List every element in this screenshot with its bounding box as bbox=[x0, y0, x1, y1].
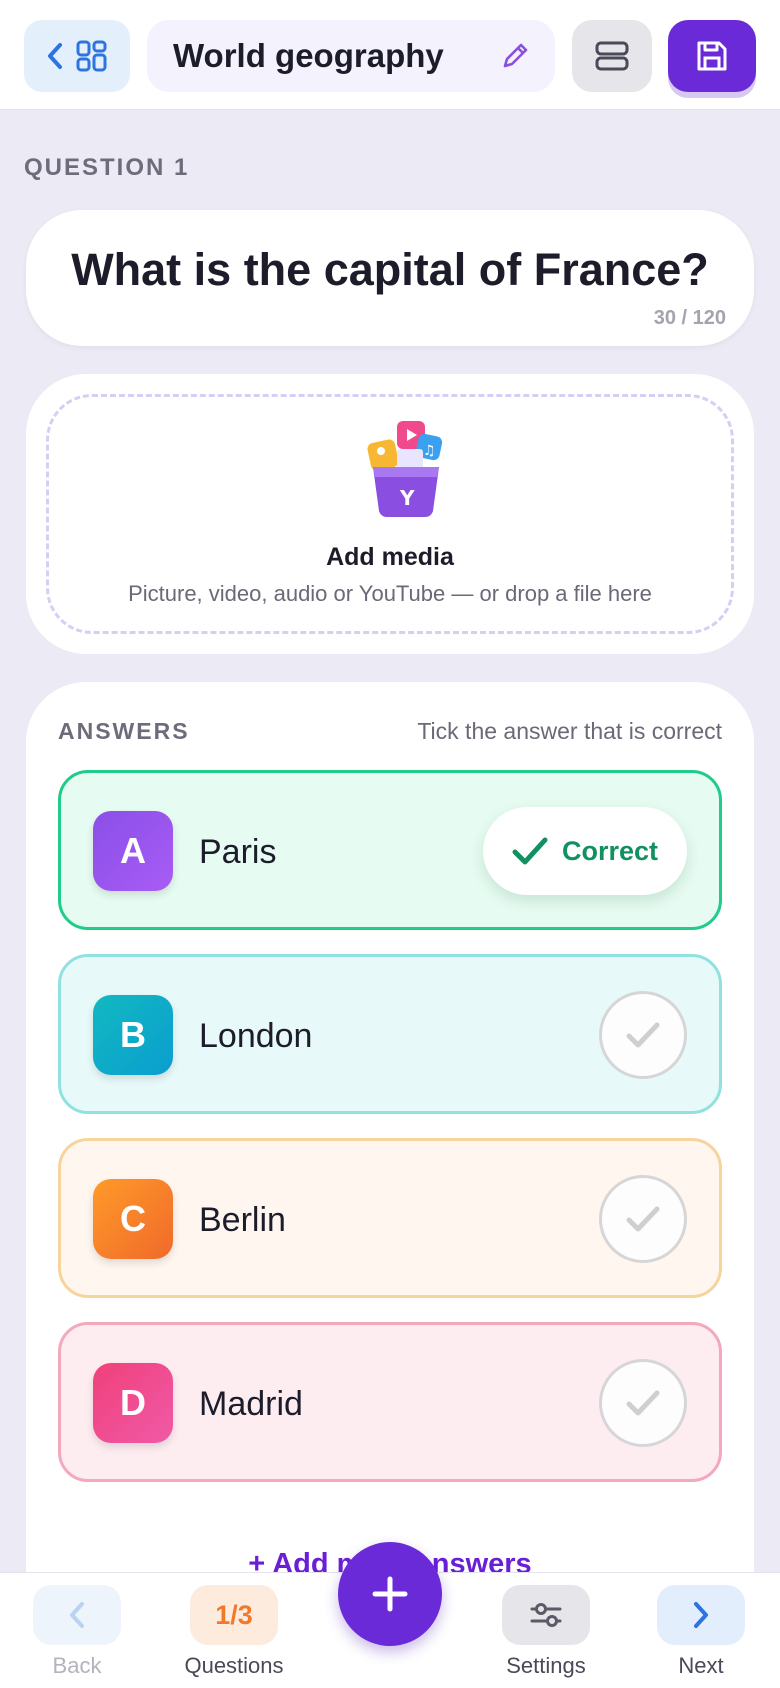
answer-letter-badge: A bbox=[93, 811, 173, 891]
svg-text:♫: ♫ bbox=[423, 443, 436, 459]
check-icon bbox=[626, 1206, 660, 1232]
add-media-subtitle: Picture, video, audio or YouTube — or dr… bbox=[128, 581, 652, 606]
questions-counter[interactable]: 1/3 bbox=[190, 1585, 278, 1645]
mark-correct-toggle[interactable] bbox=[599, 1175, 687, 1263]
answers-heading: ANSWERS bbox=[58, 718, 190, 744]
media-folder-icon: ♫ Y bbox=[367, 421, 443, 517]
nav-questions[interactable]: 1/3 Questions bbox=[179, 1585, 289, 1679]
back-button[interactable] bbox=[33, 1585, 121, 1645]
back-to-overview-button[interactable] bbox=[24, 20, 130, 92]
answer-letter-badge: B bbox=[93, 995, 173, 1075]
check-icon bbox=[626, 1390, 660, 1416]
answer-option-a[interactable]: A Paris Correct bbox=[58, 770, 722, 930]
character-count: 30 / 120 bbox=[653, 307, 726, 329]
answer-text[interactable]: Paris bbox=[199, 833, 276, 872]
layout-button[interactable] bbox=[572, 20, 652, 92]
question-text: What is the capital of France? bbox=[71, 244, 709, 295]
top-bar: World geography bbox=[0, 0, 780, 110]
settings-button[interactable] bbox=[502, 1585, 590, 1645]
chevron-left-icon bbox=[70, 1602, 84, 1628]
settings-label: Settings bbox=[506, 1653, 586, 1678]
svg-text:Y: Y bbox=[399, 486, 415, 510]
mark-correct-toggle[interactable] bbox=[599, 991, 687, 1079]
check-icon bbox=[626, 1022, 660, 1048]
question-number-label: QUESTION 1 bbox=[24, 154, 190, 181]
pencil-icon[interactable] bbox=[499, 40, 531, 72]
answers-hint: Tick the answer that is correct bbox=[417, 718, 722, 744]
back-label: Back bbox=[52, 1653, 102, 1678]
correct-label: Correct bbox=[561, 835, 659, 866]
answer-text[interactable]: Madrid bbox=[199, 1385, 303, 1424]
save-icon bbox=[697, 41, 727, 71]
answer-letter-badge: C bbox=[93, 1179, 173, 1259]
answer-text[interactable]: Berlin bbox=[199, 1201, 286, 1240]
save-button[interactable] bbox=[668, 20, 756, 92]
sliders-icon bbox=[530, 1603, 562, 1627]
nav-next[interactable]: Next bbox=[646, 1585, 756, 1679]
questions-label: Questions bbox=[184, 1653, 284, 1678]
chevron-left-icon bbox=[48, 43, 62, 69]
plus-icon bbox=[372, 1576, 408, 1612]
answer-option-d[interactable]: D Madrid bbox=[58, 1322, 722, 1482]
answer-letter-badge: D bbox=[93, 1363, 173, 1443]
add-media-title: Add media bbox=[326, 543, 454, 571]
quiz-title: World geography bbox=[173, 37, 444, 74]
next-label: Next bbox=[678, 1653, 724, 1678]
check-icon bbox=[512, 837, 548, 865]
answer-option-c[interactable]: C Berlin bbox=[58, 1138, 722, 1298]
answer-text[interactable]: London bbox=[199, 1017, 312, 1056]
mark-correct-toggle[interactable] bbox=[599, 1359, 687, 1447]
grid-icon bbox=[76, 40, 107, 72]
next-button[interactable] bbox=[657, 1585, 745, 1645]
media-card: ♫ Y Add media Picture, video, audio or Y… bbox=[26, 374, 754, 654]
media-dropzone[interactable]: ♫ Y Add media Picture, video, audio or Y… bbox=[46, 394, 734, 634]
layout-icon bbox=[595, 41, 629, 71]
nav-settings[interactable]: Settings bbox=[491, 1585, 601, 1679]
answers-card: ANSWERS Tick the answer that is correct … bbox=[26, 682, 754, 1688]
quiz-title-field[interactable]: World geography bbox=[147, 20, 555, 92]
question-text-field[interactable]: What is the capital of France? 30 / 120 bbox=[26, 210, 754, 346]
nav-back[interactable]: Back bbox=[22, 1585, 132, 1679]
correct-toggle[interactable]: Correct bbox=[483, 807, 687, 895]
add-question-button[interactable] bbox=[338, 1542, 442, 1646]
chevron-right-icon bbox=[694, 1602, 708, 1628]
answer-option-b[interactable]: B London bbox=[58, 954, 722, 1114]
